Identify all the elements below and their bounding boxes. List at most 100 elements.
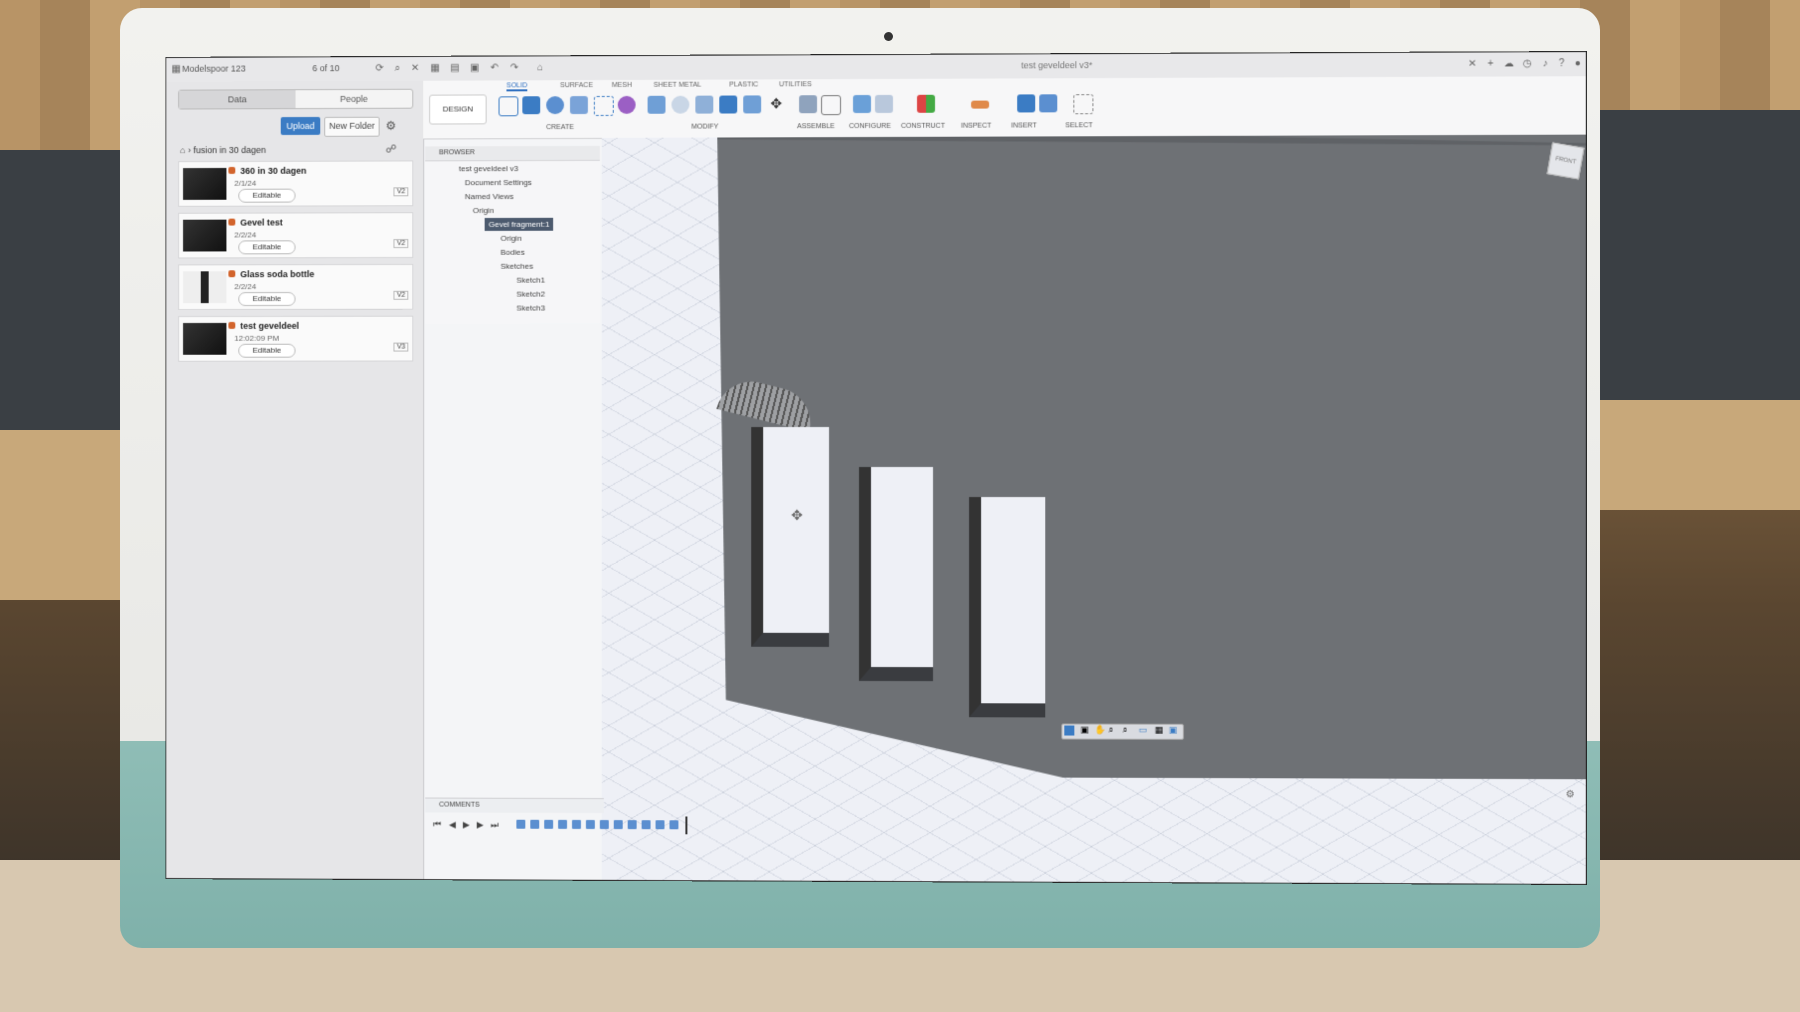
construct-plane-icon[interactable] <box>917 95 935 113</box>
file-icon[interactable]: ▤ <box>449 63 461 75</box>
timeline-marker[interactable] <box>685 816 687 834</box>
tree-node-component-origin[interactable]: Origin <box>501 232 522 245</box>
timeline-feature[interactable] <box>628 820 637 829</box>
rigid-group-icon[interactable] <box>821 95 841 115</box>
list-item[interactable]: Gevel test 2/2/24 Editable V2 <box>178 212 413 258</box>
search-icon[interactable]: ⌕ <box>391 63 403 75</box>
gear-icon[interactable]: ⚙ <box>386 119 397 133</box>
fit-icon[interactable]: ⌕ <box>1123 725 1128 736</box>
home-icon[interactable]: ⌂ <box>534 62 546 74</box>
list-item[interactable]: test geveldeel 12:02:09 PM Editable V3 <box>178 316 413 362</box>
measure-icon[interactable] <box>971 101 989 109</box>
upload-button[interactable]: Upload <box>281 117 321 135</box>
timeline-feature[interactable] <box>558 820 567 829</box>
select-icon[interactable] <box>1073 94 1093 114</box>
status-dropdown[interactable]: Editable <box>238 344 295 358</box>
tab-people[interactable]: People <box>296 90 413 108</box>
save-icon[interactable]: ▣ <box>469 63 481 75</box>
browser-header[interactable]: BROWSER <box>425 146 600 162</box>
shell-icon[interactable] <box>695 96 713 114</box>
form-icon[interactable] <box>618 96 636 114</box>
workspace-name[interactable]: Modelspoor 123 <box>182 64 246 74</box>
tree-root[interactable]: test geveldeel v3 <box>459 162 519 175</box>
split-icon[interactable] <box>743 95 761 113</box>
group-assemble[interactable]: ASSEMBLE <box>797 123 835 130</box>
redo-icon[interactable]: ↷ <box>508 62 520 74</box>
tab-mesh[interactable]: MESH <box>612 82 632 89</box>
previous-step-icon[interactable]: ◀ <box>449 819 456 830</box>
look-at-icon[interactable]: ▣ <box>1080 725 1089 736</box>
revolve-icon[interactable] <box>546 96 564 114</box>
tab-utilities[interactable]: UTILITIES <box>779 81 812 88</box>
close-tab-icon[interactable]: ✕ <box>1466 59 1478 71</box>
share-icon[interactable]: ☍ <box>386 143 397 156</box>
orbit-icon[interactable] <box>1064 726 1074 736</box>
fillet-icon[interactable] <box>671 96 689 114</box>
tree-node-named-views[interactable]: Named Views <box>465 190 514 203</box>
display-settings-icon[interactable]: ▭ <box>1139 725 1148 736</box>
version-badge[interactable]: V2 <box>394 291 408 300</box>
timeline-feature[interactable] <box>572 820 581 829</box>
timeline-feature[interactable] <box>614 820 623 829</box>
tab-sheet-metal[interactable]: SHEET METAL <box>654 82 702 89</box>
undo-icon[interactable]: ↶ <box>489 63 501 75</box>
refresh-icon[interactable]: ⟳ <box>374 63 386 75</box>
insert-icon[interactable] <box>1017 94 1035 112</box>
tree-node-sketch1[interactable]: Sketch1 <box>516 274 545 287</box>
configure-icon[interactable] <box>853 95 871 113</box>
3d-viewport[interactable]: ✥ FRONT ▣ ✋ ⌕ ⌕ ▭ ▦ ▣ ⚙ <box>602 135 1586 884</box>
group-inspect[interactable]: INSPECT <box>961 123 991 130</box>
tree-node-sketch2[interactable]: Sketch2 <box>516 288 545 301</box>
table-icon[interactable] <box>875 95 893 113</box>
timeline-feature[interactable] <box>516 820 525 829</box>
canvas-icon[interactable] <box>1039 94 1057 112</box>
status-dropdown[interactable]: Editable <box>238 189 295 203</box>
view-cube[interactable]: FRONT <box>1547 142 1585 179</box>
tree-node-sketches[interactable]: Sketches <box>501 260 534 273</box>
breadcrumb[interactable]: ⌂ › fusion in 30 dagen <box>180 145 266 155</box>
timeline-feature[interactable] <box>586 820 595 829</box>
tree-node-document-settings[interactable]: Document Settings <box>465 176 532 189</box>
home-icon[interactable]: ⌂ › <box>180 145 193 155</box>
close-icon[interactable]: ✕ <box>409 63 421 75</box>
grid-settings-icon[interactable]: ▦ <box>1155 725 1164 736</box>
tree-node-bodies[interactable]: Bodies <box>501 246 525 259</box>
settings-icon[interactable]: ⚙ <box>1566 789 1575 800</box>
new-tab-icon[interactable]: + <box>1485 58 1497 70</box>
cloud-icon[interactable]: ☁ <box>1503 58 1515 70</box>
viewports-icon[interactable]: ▣ <box>1169 725 1178 736</box>
status-dropdown[interactable]: Editable <box>238 292 295 306</box>
extrude-icon[interactable] <box>522 96 540 114</box>
version-badge[interactable]: V3 <box>394 343 408 352</box>
create-sketch-icon[interactable] <box>499 96 519 116</box>
avatar[interactable]: ● <box>1572 58 1584 70</box>
clock-icon[interactable]: ◷ <box>1521 58 1533 70</box>
tab-solid[interactable]: SOLID <box>506 82 527 91</box>
move-icon[interactable]: ✥ <box>767 95 785 113</box>
tab-data[interactable]: Data <box>179 90 295 108</box>
tab-surface[interactable]: SURFACE <box>560 82 593 89</box>
timeline-feature[interactable] <box>656 820 665 829</box>
group-select[interactable]: SELECT <box>1065 122 1092 129</box>
press-pull-icon[interactable] <box>648 96 666 114</box>
zoom-icon[interactable]: ⌕ <box>1108 725 1113 736</box>
version-badge[interactable]: V2 <box>394 239 408 248</box>
group-configure[interactable]: CONFIGURE <box>849 123 891 130</box>
timeline-feature[interactable] <box>544 820 553 829</box>
group-create[interactable]: CREATE <box>546 124 574 131</box>
apps-icon[interactable]: ▦ <box>429 63 441 75</box>
workspace-switcher[interactable]: DESIGN <box>429 94 486 124</box>
new-folder-button[interactable]: New Folder <box>324 117 379 137</box>
notification-icon[interactable]: ♪ <box>1539 58 1551 70</box>
grid-icon[interactable]: ▦ <box>170 64 182 76</box>
pan-icon[interactable]: ✋ <box>1094 725 1105 736</box>
group-insert[interactable]: INSERT <box>1011 122 1037 129</box>
first-step-icon[interactable]: ⏮ <box>433 819 441 830</box>
breadcrumb-folder[interactable]: fusion in 30 dagen <box>193 145 266 155</box>
comments-panel[interactable]: COMMENTS <box>425 798 604 814</box>
timeline-feature[interactable] <box>530 820 539 829</box>
tab-plastic[interactable]: PLASTIC <box>729 81 758 88</box>
group-modify[interactable]: MODIFY <box>691 124 718 131</box>
list-item[interactable]: Glass soda bottle 2/2/24 Editable V2 <box>178 264 413 310</box>
help-icon[interactable]: ? <box>1555 58 1567 70</box>
